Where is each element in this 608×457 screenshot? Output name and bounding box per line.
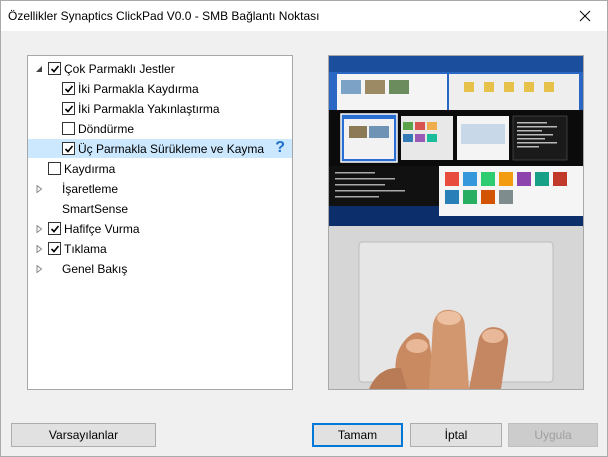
tree-item-label: İki Parmakla Kaydırma: [78, 82, 199, 96]
help-icon[interactable]: ?: [275, 139, 285, 157]
checkbox[interactable]: [62, 102, 75, 115]
expanded-arrow-icon[interactable]: [34, 64, 43, 73]
checkmark-icon: [64, 84, 73, 93]
tree-item-label: İşaretleme: [62, 182, 119, 196]
tree-item[interactable]: Döndürme: [28, 119, 292, 138]
checkmark-icon: [50, 244, 59, 253]
checkmark-icon: [50, 64, 59, 73]
gesture-preview-animation: [328, 55, 584, 390]
collapsed-arrow-icon[interactable]: [34, 184, 43, 193]
tree-item-label: Çok Parmaklı Jestler: [64, 62, 175, 76]
tree-item-label: İki Parmakla Yakınlaştırma: [78, 102, 220, 116]
defaults-button[interactable]: Varsayılanlar: [11, 423, 156, 447]
tree-item-label: Genel Bakış: [62, 262, 128, 276]
window-title: Özellikler Synaptics ClickPad V0.0 - SMB…: [8, 9, 320, 23]
apply-button[interactable]: Uygula: [508, 423, 598, 447]
tree-item-label: Kaydırma: [64, 162, 116, 176]
tree-item[interactable]: SmartSense: [28, 199, 292, 218]
title-bar: Özellikler Synaptics ClickPad V0.0 - SMB…: [0, 0, 608, 31]
tree-item[interactable]: Kaydırma: [28, 159, 292, 178]
checkmark-icon: [50, 224, 59, 233]
ok-button[interactable]: Tamam: [312, 423, 403, 447]
tree-item[interactable]: Hafifçe Vurma: [28, 219, 292, 238]
tree-item-label: SmartSense: [62, 202, 129, 216]
tree-item[interactable]: Tıklama: [28, 239, 292, 258]
checkbox[interactable]: [48, 242, 61, 255]
tree-item-label: Döndürme: [78, 122, 135, 136]
tree-item[interactable]: İki Parmakla Yakınlaştırma: [28, 99, 292, 118]
checkbox[interactable]: [48, 62, 61, 75]
tree-item-label: Üç Parmakla Sürükleme ve Kayma: [78, 142, 265, 156]
close-button[interactable]: [562, 0, 608, 31]
checkbox[interactable]: [48, 222, 61, 235]
tree-item[interactable]: Çok Parmaklı Jestler: [28, 59, 292, 78]
tree-item-label: Hafifçe Vurma: [64, 222, 140, 236]
tree-item-label: Tıklama: [64, 242, 107, 256]
checkbox[interactable]: [62, 142, 75, 155]
preview-illustration: [329, 56, 583, 389]
tree-item[interactable]: İki Parmakla Kaydırma: [28, 79, 292, 98]
checkbox[interactable]: [62, 82, 75, 95]
tree-item[interactable]: Genel Bakış: [28, 259, 292, 278]
settings-tree[interactable]: Çok Parmaklı Jestler İki Parmakla Kaydırm…: [27, 55, 293, 390]
checkmark-icon: [64, 104, 73, 113]
tree-item[interactable]: Üç Parmakla Sürükleme ve Kayma?: [28, 139, 292, 158]
checkmark-icon: [64, 144, 73, 153]
collapsed-arrow-icon[interactable]: [34, 264, 43, 273]
checkbox[interactable]: [48, 162, 61, 175]
tree-item[interactable]: İşaretleme: [28, 179, 292, 198]
cancel-button[interactable]: İptal: [410, 423, 502, 447]
close-icon: [579, 10, 591, 21]
collapsed-arrow-icon[interactable]: [34, 244, 43, 253]
collapsed-arrow-icon[interactable]: [34, 224, 43, 233]
checkbox[interactable]: [62, 122, 75, 135]
